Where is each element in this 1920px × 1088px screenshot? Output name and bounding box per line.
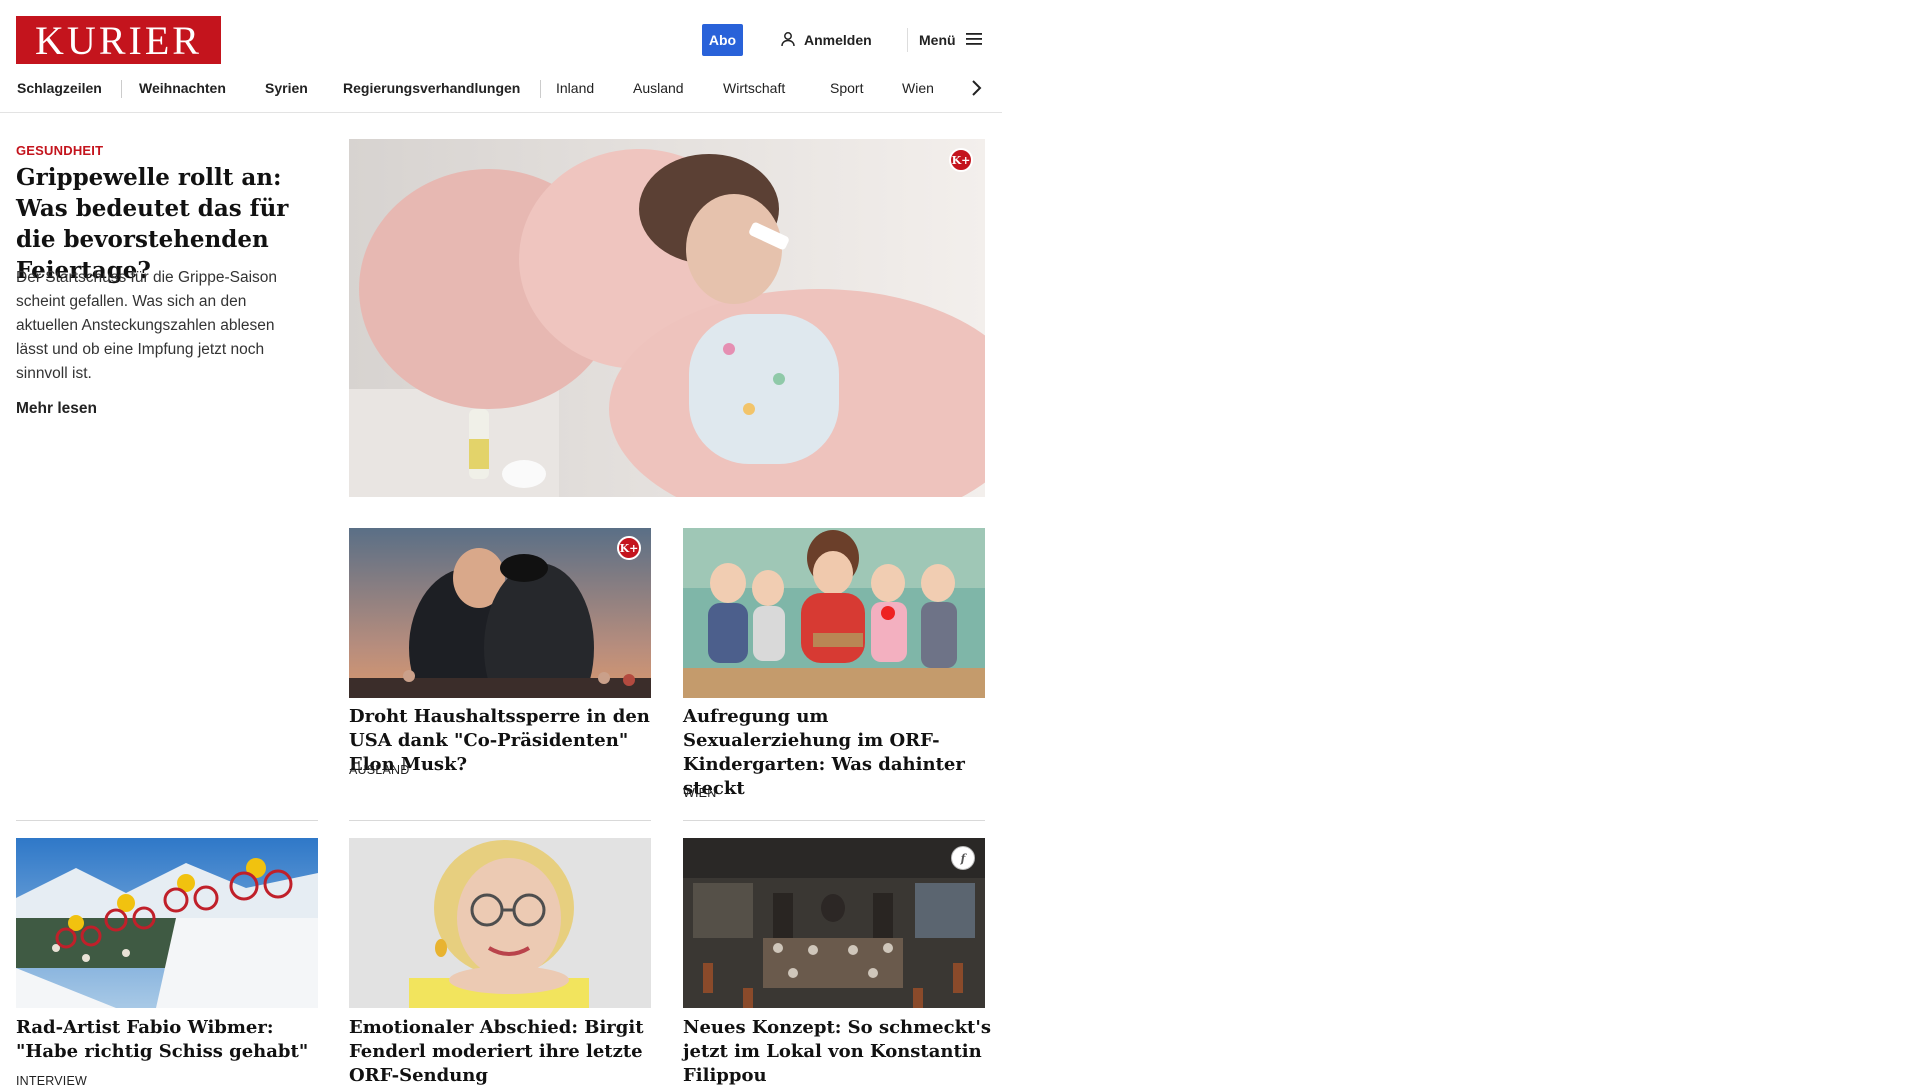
kurier-logo[interactable]: KURIER: [16, 16, 221, 64]
card-image-wibmer[interactable]: [16, 838, 318, 1008]
card-category[interactable]: WIEN: [683, 786, 716, 800]
site-header: KURIER Abo Anmelden Menü Schlagzeilen We…: [0, 0, 1002, 114]
login-label: Anmelden: [804, 32, 872, 48]
abo-button[interactable]: Abo: [702, 24, 743, 56]
card-image-usa[interactable]: K+: [349, 528, 651, 698]
hamburger-icon: [965, 32, 984, 49]
nav-item-regierungsverhandlungen[interactable]: Regierungsverhandlungen: [343, 76, 520, 100]
user-icon: [780, 31, 796, 50]
card-image-fenderl[interactable]: [349, 838, 651, 1008]
kplus-badge-icon: K+: [949, 148, 973, 172]
header-divider: [907, 28, 908, 52]
menu-button[interactable]: Menü: [919, 24, 984, 56]
card-category[interactable]: INTERVIEW: [16, 1074, 87, 1088]
nav-item-inland[interactable]: Inland: [556, 76, 594, 100]
card-image-kindergarten[interactable]: [683, 528, 985, 698]
card-headline-fenderl[interactable]: Emotionaler Abschied: Birgit Fen­derl mo…: [349, 1016, 659, 1088]
nav-item-syrien[interactable]: Syrien: [265, 76, 308, 100]
login-button[interactable]: Anmelden: [780, 24, 872, 56]
card-headline-wibmer[interactable]: Rad-Artist Fabio Wibmer: "Habe richtig S…: [16, 1016, 326, 1064]
card-image-filippou[interactable]: f: [683, 838, 985, 1008]
card-headline-kindergarten[interactable]: Aufregung um Sexualerziehung im ORF-Kind…: [683, 705, 993, 801]
nav-item-sport[interactable]: Sport: [830, 76, 863, 100]
section-nav: Schlagzeilen Weihnachten Syrien Regierun…: [0, 76, 1000, 112]
nav-item-ausland[interactable]: Ausland: [633, 76, 684, 100]
nav-separator: [121, 80, 122, 98]
lead-teaser: Der Startschuss für die Grippe-Saison sc…: [16, 269, 278, 382]
lead-image[interactable]: K+: [349, 139, 985, 497]
card-headline-filippou[interactable]: Neues Konzept: So schmeckt's jetzt im Lo…: [683, 1016, 993, 1088]
kplus-badge-icon: K+: [617, 536, 641, 560]
row-divider: [16, 820, 318, 821]
header-divider-line: [0, 112, 1002, 113]
nav-scroll-right-icon[interactable]: [966, 76, 986, 100]
card-category[interactable]: AUSLAND: [349, 763, 409, 777]
row-divider: [683, 820, 985, 821]
feinschmecker-badge-icon: f: [951, 846, 975, 870]
row-divider: [349, 820, 651, 821]
nav-item-wien[interactable]: Wien: [902, 76, 934, 100]
nav-item-weihnachten[interactable]: Weihnachten: [139, 76, 226, 100]
nav-separator: [540, 80, 541, 98]
read-more-link[interactable]: Mehr lesen: [16, 400, 97, 418]
nav-item-wirtschaft[interactable]: Wirtschaft: [723, 76, 785, 100]
lead-kicker[interactable]: GESUNDHEIT: [16, 143, 103, 158]
menu-label: Menü: [919, 32, 956, 48]
nav-item-schlagzeilen[interactable]: Schlagzeilen: [17, 76, 102, 100]
